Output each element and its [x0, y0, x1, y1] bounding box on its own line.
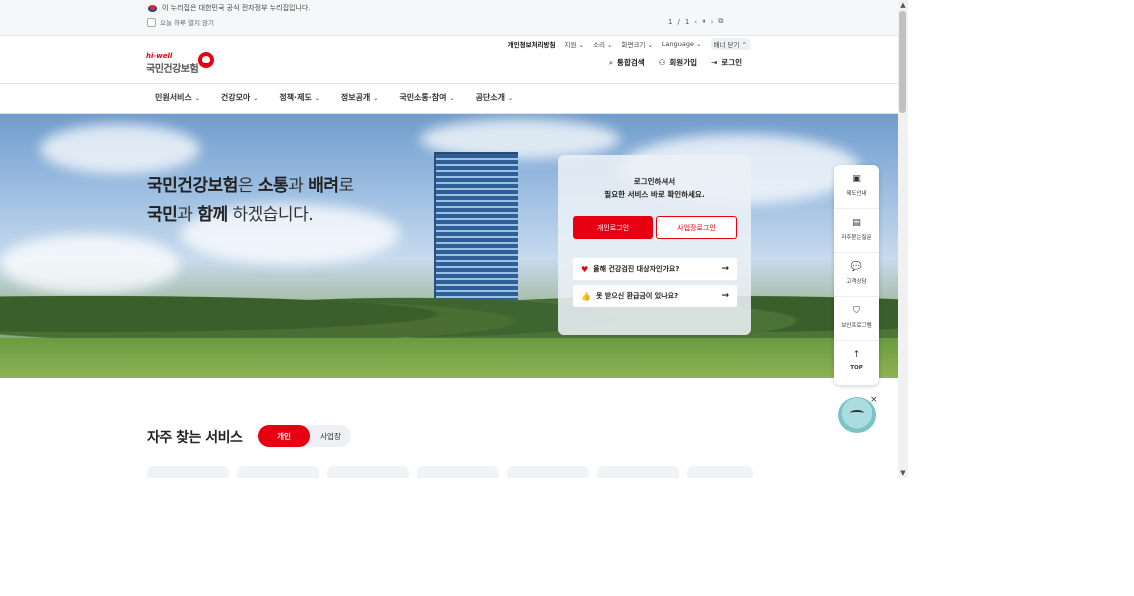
site-logo[interactable]: hi-well 국민건강보험	[146, 52, 214, 75]
quick-item-top[interactable]: ↑ TOP	[834, 341, 879, 385]
chevron-down-icon: ⌄	[449, 95, 455, 102]
search-button[interactable]: ⌕ 통합검색	[609, 57, 645, 68]
next-icon[interactable]: ›	[711, 18, 714, 26]
vertical-scrollbar[interactable]: ▲ ▼	[898, 0, 908, 478]
service-card[interactable]	[327, 466, 409, 478]
chevron-down-icon: ⌄	[194, 95, 200, 102]
service-card[interactable]	[237, 466, 319, 478]
login-label: 로그인	[721, 58, 742, 67]
scroll-up-icon[interactable]: ▲	[898, 0, 908, 10]
zoom-dropdown[interactable]: 화면크기 ⌄	[621, 39, 652, 49]
chatbot-face-icon	[850, 410, 864, 416]
chat-icon: 💬	[850, 262, 863, 272]
health-checkup-link[interactable]: ♥ 올해 건강검진 대상자인가요? →	[573, 258, 737, 280]
arrow-up-icon: ↑	[852, 350, 861, 360]
browser-viewport: 이 누리집은 대한민국 공식 전자정부 누리집입니다. 오늘 하루 열지 않기 …	[0, 0, 898, 478]
nav-item-policy[interactable]: 정책·제도 ⌄	[279, 92, 320, 103]
gov-notice: 이 누리집은 대한민국 공식 전자정부 누리집입니다.	[148, 3, 311, 13]
expand-icon[interactable]: ⧉	[718, 17, 723, 26]
pager-total: 1	[684, 17, 690, 26]
hide-today-option[interactable]: 오늘 하루 열지 않기	[147, 17, 214, 27]
login-card: 로그인하셔서 필요한 서비스 바로 확인하세요. 개인로그인 사업장로그인 ♥ …	[558, 155, 751, 335]
service-card[interactable]	[687, 466, 753, 478]
header-actions: ⌕ 통합검색 ⚇ 회원가입 ⇥ 로그인	[609, 57, 742, 68]
chevron-down-icon: ⌄	[314, 95, 320, 102]
cloud-decoration	[40, 124, 200, 174]
language-dropdown[interactable]: Language ⌄	[662, 40, 702, 48]
shield-icon: ⛉	[853, 306, 860, 316]
nav-item-participation[interactable]: 국민소통·참여 ⌄	[399, 92, 454, 103]
hero-banner: 국민건강보험은 소통과 배려로 국민과 함께 하겠습니다. 로그인하셔서 필요한…	[0, 114, 898, 378]
site-header: hi-well 국민건강보험 개인정보처리방침 지원 ⌄ 소리 ⌄ 화면크기 ⌄…	[0, 36, 898, 84]
nav-item-health-moa[interactable]: 건강모아 ⌄	[221, 92, 258, 103]
close-icon[interactable]: ×	[870, 395, 878, 405]
tab-business[interactable]: 사업장	[310, 425, 351, 447]
hide-today-label: 오늘 하루 열지 않기	[160, 19, 215, 27]
business-login-button[interactable]: 사업장로그인	[656, 216, 737, 239]
service-card[interactable]	[147, 466, 229, 478]
prev-icon[interactable]: ‹	[694, 18, 697, 26]
pause-icon[interactable]: ⏸	[702, 17, 706, 26]
korea-flag-icon	[148, 4, 157, 12]
lawn	[0, 338, 898, 378]
pager-current: 1	[668, 17, 673, 26]
login-icon: ⇥	[711, 58, 718, 67]
banner-pager: 1 / 1 ‹ ⏸ › ⧉	[668, 17, 723, 26]
pager-separator: /	[677, 17, 680, 26]
quick-item-faq[interactable]: ▤ 자주묻는질문	[834, 209, 879, 253]
thumbs-up-icon: 👍	[581, 291, 591, 301]
service-card[interactable]	[417, 466, 499, 478]
privacy-policy-link[interactable]: 개인정보처리방침	[508, 39, 556, 49]
nav-item-disclosure[interactable]: 정보공개 ⌄	[341, 92, 378, 103]
personal-login-button[interactable]: 개인로그인	[573, 216, 653, 239]
close-banner-button[interactable]: 배너 닫기 ⌃	[710, 38, 750, 50]
quick-item-consult[interactable]: 💬 고객상담	[834, 253, 879, 297]
logo-tagline: hi-well	[146, 52, 173, 60]
logo-text: 국민건강보험	[146, 64, 199, 75]
gov-banner: 이 누리집은 대한민국 공식 전자정부 누리집입니다. 오늘 하루 열지 않기 …	[0, 0, 898, 36]
folder-search-icon: ▤	[852, 218, 861, 228]
scroll-down-icon[interactable]: ▼	[898, 468, 908, 478]
service-card[interactable]	[597, 466, 679, 478]
sound-dropdown[interactable]: 소리 ⌄	[593, 39, 612, 49]
gov-notice-text: 이 누리집은 대한민국 공식 전자정부 누리집입니다.	[162, 4, 311, 12]
document-icon: ▣	[852, 174, 861, 184]
chevron-down-icon: ⌄	[253, 95, 259, 102]
arrow-right-icon: →	[721, 264, 729, 274]
tree-line	[0, 272, 898, 342]
heart-icon: ♥	[581, 264, 589, 274]
service-card-list	[147, 466, 753, 478]
nav-item-civil-service[interactable]: 민원서비스 ⌄	[155, 92, 200, 103]
user-add-icon: ⚇	[658, 58, 666, 67]
search-icon: ⌕	[608, 58, 614, 67]
support-dropdown[interactable]: 지원 ⌄	[565, 39, 584, 49]
arrow-right-icon: →	[721, 291, 729, 301]
quick-item-security[interactable]: ⛉ 보안프로그램	[834, 297, 879, 341]
hide-today-checkbox[interactable]	[147, 17, 156, 27]
quick-item-guide[interactable]: ▣ 제도안내	[834, 165, 879, 209]
heart-logo-icon	[198, 52, 214, 68]
main-nav: 민원서비스 ⌄ 건강모아 ⌄ 정책·제도 ⌄ 정보공개 ⌄ 국민소통·참여 ⌄ 공단소개 ⌄	[0, 84, 898, 114]
service-card[interactable]	[507, 466, 589, 478]
nav-item-about[interactable]: 공단소개 ⌄	[476, 92, 513, 103]
chevron-down-icon: ⌄	[373, 95, 379, 102]
login-card-title: 로그인하셔서 필요한 서비스 바로 확인하세요.	[604, 177, 705, 199]
login-button[interactable]: ⇥ 로그인	[711, 57, 742, 68]
hero-headline: 국민건강보험은 소통과 배려로 국민과 함께 하겠습니다.	[147, 176, 354, 225]
tab-personal[interactable]: 개인	[258, 425, 310, 447]
utility-menu: 개인정보처리방침 지원 ⌄ 소리 ⌄ 화면크기 ⌄ Language ⌄ 배너 …	[508, 38, 750, 50]
join-button[interactable]: ⚇ 회원가입	[659, 57, 697, 68]
join-label: 회원가입	[669, 58, 697, 67]
services-title: 자주 찾는 서비스	[147, 430, 243, 446]
scrollbar-thumb[interactable]	[899, 11, 906, 113]
quick-menu: ▣ 제도안내 ▤ 자주묻는질문 💬 고객상담 ⛉ 보안프로그램 ↑ TOP	[834, 165, 879, 385]
chevron-down-icon: ⌄	[508, 95, 514, 102]
refund-link[interactable]: 👍 못 받으신 환급금이 있나요? →	[573, 285, 737, 307]
search-label: 통합검색	[617, 58, 645, 67]
services-toggle: 개인 사업장	[258, 425, 351, 447]
